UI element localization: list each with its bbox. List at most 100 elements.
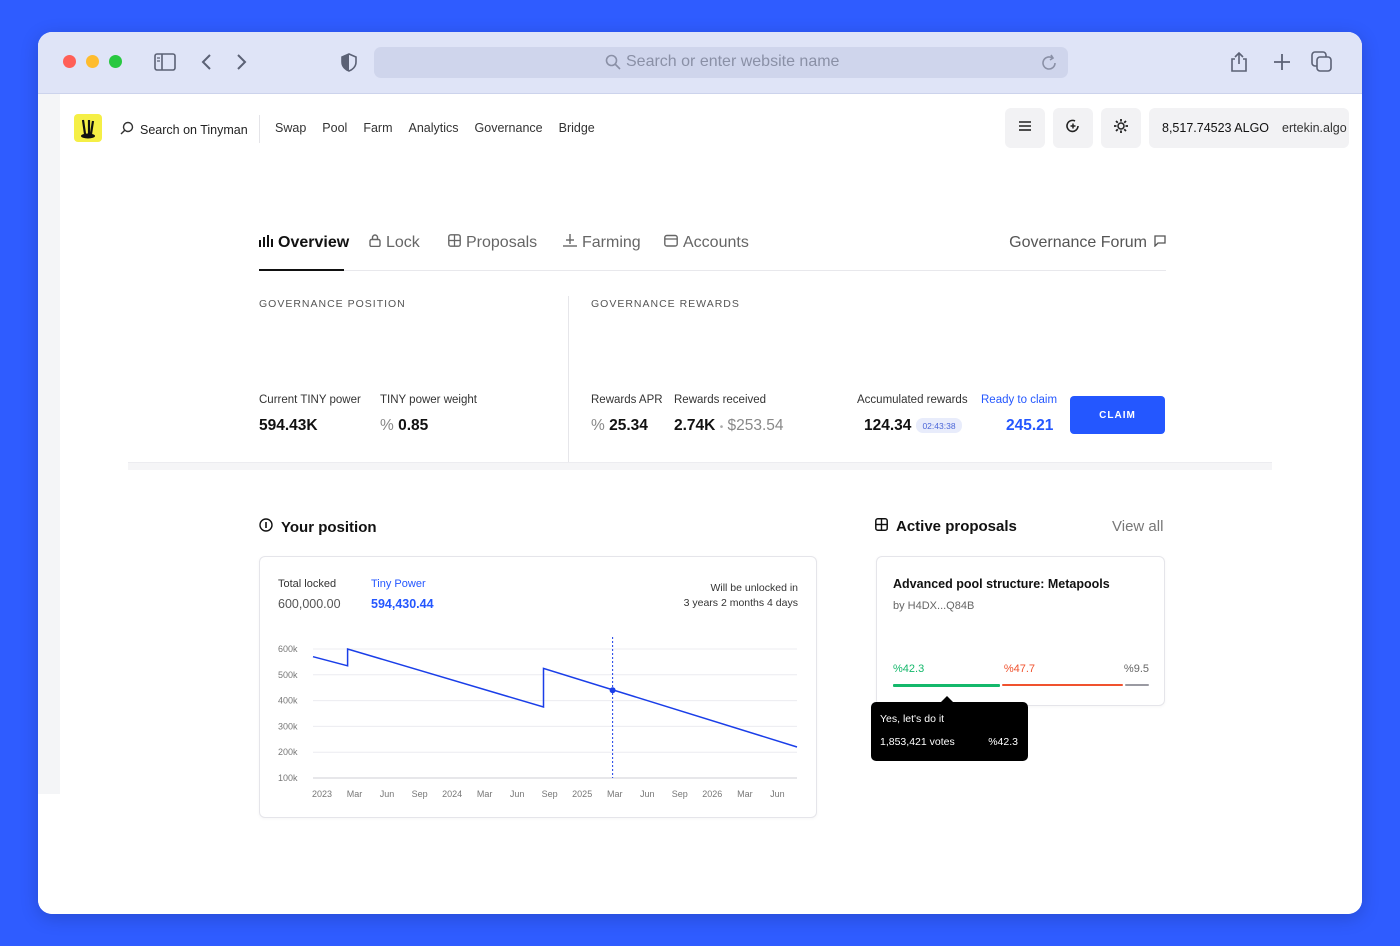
reload-icon[interactable] [1039,53,1059,73]
rewards-apr-label: Rewards APR [591,394,663,406]
tab-lock[interactable]: Lock [369,228,420,258]
x-tick-label: Jun [640,789,655,799]
tooltip-title: Yes, let's do it [880,713,945,725]
site-search[interactable]: Search on Tinyman [120,121,248,138]
tab-overview[interactable]: Overview [259,228,349,258]
tiny-power-legend-value: 594,430.44 [371,597,434,611]
x-tick-label: Jun [770,789,785,799]
maximize-window-button[interactable] [109,55,122,68]
power-weight-number: 0.85 [398,417,429,434]
nav-divider [259,115,260,143]
shield-icon[interactable] [339,50,359,74]
tiny-power-value: 594.43K [259,417,318,434]
active-proposals-label: Active proposals [896,518,1017,535]
nav-link-bridge[interactable]: Bridge [559,121,595,135]
new-tab-icon[interactable] [1270,50,1294,74]
claim-button[interactable]: CLAIM [1070,396,1165,434]
vote-bar-yes [893,684,1000,687]
browser-window: Search or enter website name Search on T… [38,32,1362,914]
tinyman-logo[interactable] [74,114,102,142]
page-left-strip [38,94,60,794]
active-tab-underline [259,269,344,271]
grid-icon [875,518,888,535]
tab-proposals[interactable]: Proposals [448,228,537,258]
y-tick-label: 300k [278,721,298,731]
menu-button[interactable] [1005,108,1045,148]
vote-bar [893,684,1149,687]
farming-icon [563,234,577,252]
x-tick-label: Mar [347,789,363,799]
proposal-card[interactable]: Advanced pool structure: Metapools by H4… [876,556,1165,706]
vote-abstain-percent: %9.5 [1123,663,1149,675]
percent-prefix: % [591,417,605,434]
percent-prefix: % [380,417,394,434]
active-proposals-title: Active proposals [875,518,1017,535]
position-chart: 600k 500k 400k 300k 200k 100k 2023 Mar Jun Sep 202… [278,637,798,799]
bar-chart-icon [259,234,273,252]
share-icon[interactable] [1227,49,1251,75]
y-tick-label: 600k [278,644,298,654]
tooltip-percent: %42.3 [988,736,1018,748]
unlock-label: Will be unlocked in [710,582,798,594]
url-bar[interactable]: Search or enter website name [374,47,1068,78]
wallet-account: ertekin.algo [1282,121,1347,135]
wallet-icon [664,234,678,252]
governance-forum-link[interactable]: Governance Forum [1009,228,1166,258]
wallet-button[interactable]: 8,517.74523 ALGO ertekin.algo [1149,108,1349,148]
bullet-separator: • [719,422,724,433]
rewards-apr-value: % 25.34 [591,417,648,435]
sidebar-toggle-icon[interactable] [153,50,177,74]
lock-icon [369,234,381,252]
search-icon [120,121,134,138]
grid-icon [448,234,461,252]
tab-farming[interactable]: Farming [563,228,641,258]
nav-link-farm[interactable]: Farm [363,121,392,135]
nav-links: Swap Pool Farm Analytics Governance Brid… [275,121,595,135]
vote-labels: %42.3 %47.7 %9.5 [893,663,1149,677]
y-tick-label: 400k [278,696,298,706]
url-placeholder: Search or enter website name [626,53,840,70]
add-funds-button[interactable] [1053,108,1093,148]
tab-accounts[interactable]: Accounts [664,228,749,258]
nav-link-analytics[interactable]: Analytics [408,121,458,135]
x-tick-label: Jun [380,789,395,799]
x-tick-label: 2026 [702,789,722,799]
browser-toolbar: Search or enter website name [38,32,1362,94]
close-window-button[interactable] [63,55,76,68]
ready-to-claim-value: 245.21 [1006,417,1054,434]
position-card: Total locked 600,000.00 Tiny Power 594,4… [259,556,817,818]
settings-button[interactable] [1101,108,1141,148]
proposal-author: by H4DX...Q84B [893,600,975,612]
forward-arrow-icon[interactable] [232,50,252,74]
power-weight-value: % 0.85 [380,417,428,435]
vote-bar-abstain [1124,684,1149,686]
y-tick-label: 200k [278,747,298,757]
unlock-value: 3 years 2 months 4 days [683,597,798,609]
minimize-window-button[interactable] [86,55,99,68]
total-locked-value: 600,000.00 [278,597,341,611]
vote-tooltip: Yes, let's do it 1,853,421 votes %42.3 [871,696,1028,761]
wallet-balance: 8,517.74523 ALGO [1162,121,1270,135]
nav-link-governance[interactable]: Governance [475,121,543,135]
nav-link-swap[interactable]: Swap [275,121,306,135]
section-divider [568,296,569,462]
tab-label: Farming [582,234,641,251]
x-tick-label: Jun [510,789,525,799]
x-tick-label: Sep [542,789,558,799]
governance-rewards-heading: GOVERNANCE REWARDS [591,298,740,310]
gear-icon [1113,118,1129,139]
nav-link-pool[interactable]: Pool [322,121,347,135]
tab-label: Accounts [683,234,749,251]
x-tick-label: Sep [672,789,688,799]
rewards-received-amount: 2.74K [674,417,716,434]
ready-to-claim-label: Ready to claim [981,394,1058,406]
rewards-received-label: Rewards received [674,394,767,406]
view-all-link[interactable]: View all [1112,518,1163,535]
tabs-overview-icon[interactable] [1310,50,1334,74]
x-tick-label: 2025 [572,789,592,799]
hamburger-icon [1018,119,1032,137]
site-search-label: Search on Tinyman [140,122,248,137]
vote-no-percent: %47.7 [1003,663,1036,675]
rewards-received-usd: $253.54 [727,417,784,434]
back-arrow-icon[interactable] [196,50,216,74]
